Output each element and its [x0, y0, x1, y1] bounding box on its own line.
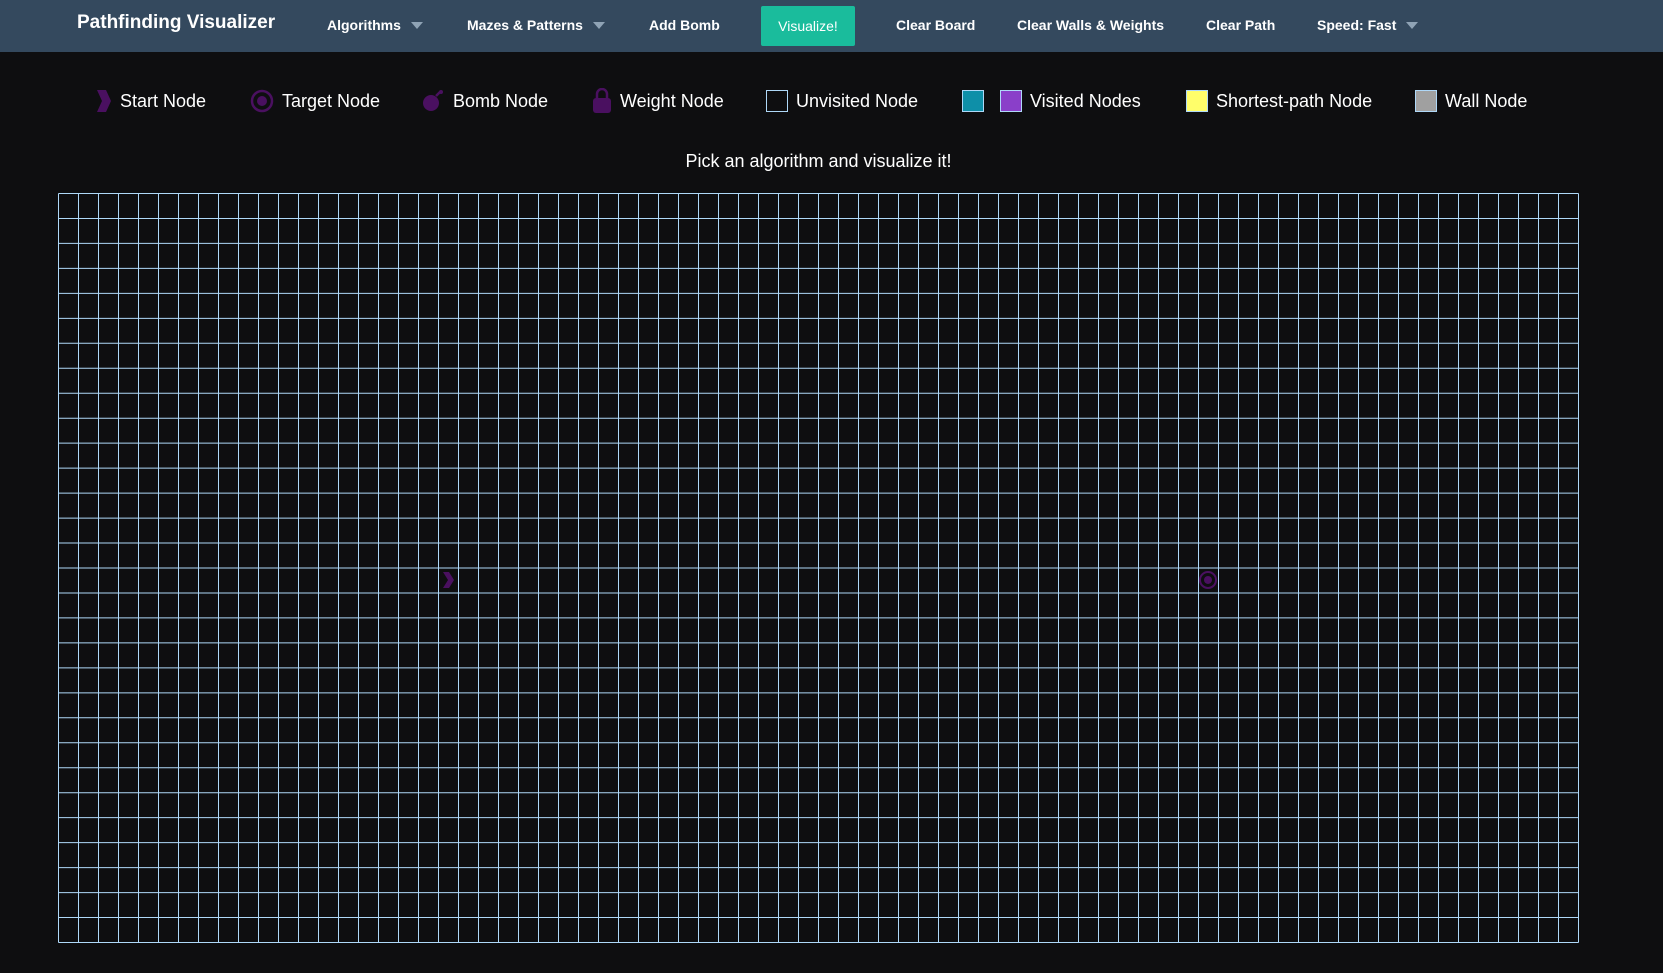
chevron-right-icon [97, 90, 111, 112]
legend-target-label: Target Node [282, 90, 381, 111]
grid-lines [58, 193, 1579, 943]
visited-swatch-purple [1000, 90, 1022, 112]
legend-target: Target Node [250, 88, 380, 114]
navbar: Pathfinding Visualizer Algorithms Mazes … [0, 0, 1663, 52]
bomb-icon [423, 90, 443, 111]
add-bomb-button[interactable]: Add Bomb [649, 17, 720, 33]
shortest-path-swatch [1186, 90, 1208, 112]
visited-swatch-teal [962, 90, 984, 112]
grid-svg[interactable] [58, 193, 1579, 943]
legend-start-label: Start Node [120, 90, 207, 111]
speed-label: Speed: Fast [1317, 17, 1397, 33]
legend-bomb-label: Bomb Node [453, 90, 549, 111]
algorithms-label: Algorithms [327, 17, 401, 33]
app-title[interactable]: Pathfinding Visualizer [77, 12, 275, 34]
weight-icon [593, 88, 611, 113]
legend-shortest: Shortest-path Node [1186, 88, 1372, 114]
legend-weight: Weight Node [592, 88, 724, 114]
legend-weight-label: Weight Node [620, 90, 724, 111]
caret-down-icon [1406, 21, 1419, 29]
algorithms-dropdown[interactable]: Algorithms [327, 17, 423, 33]
mazes-label: Mazes & Patterns [467, 17, 583, 33]
target-circle-icon [250, 89, 274, 113]
unvisited-swatch [766, 90, 788, 112]
clear-path-button[interactable]: Clear Path [1206, 17, 1275, 33]
legend-unvisited: Unvisited Node [766, 88, 918, 114]
legend-start: Start Node [94, 88, 206, 114]
start-node-icon[interactable] [443, 571, 454, 588]
caret-down-icon [410, 21, 423, 29]
grid-board[interactable] [58, 193, 1579, 943]
legend-visited: Visited Nodes [962, 88, 1141, 114]
mazes-dropdown[interactable]: Mazes & Patterns [467, 17, 605, 33]
legend-wall: Wall Node [1415, 88, 1527, 114]
clear-board-button[interactable]: Clear Board [896, 17, 975, 33]
caret-down-icon [592, 21, 605, 29]
visualize-button[interactable]: Visualize! [761, 6, 855, 46]
target-node-icon[interactable] [1199, 570, 1217, 589]
legend-bomb: Bomb Node [421, 88, 548, 114]
legend-unvisited-label: Unvisited Node [796, 90, 919, 111]
legend-shortest-label: Shortest-path Node [1216, 90, 1373, 111]
speed-dropdown[interactable]: Speed: Fast [1317, 17, 1419, 33]
instruction-text: Pick an algorithm and visualize it! [685, 151, 952, 171]
legend-wall-label: Wall Node [1445, 90, 1528, 111]
legend-visited-label: Visited Nodes [1030, 90, 1141, 111]
clear-walls-weights-button[interactable]: Clear Walls & Weights [1017, 17, 1164, 33]
wall-swatch [1415, 90, 1437, 112]
